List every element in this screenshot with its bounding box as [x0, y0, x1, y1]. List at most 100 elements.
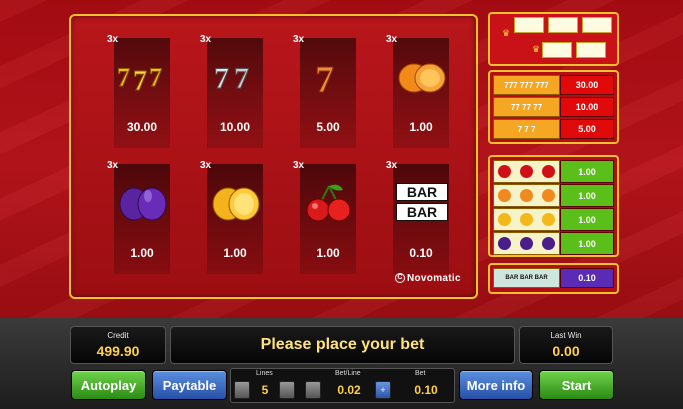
- bar-pay-panel: BAR BAR BAR 0.10: [488, 263, 619, 294]
- bet-label: Bet: [415, 370, 426, 377]
- multiplier-label: 3x: [200, 160, 212, 171]
- pay-row: 77 77 77 10.00: [493, 97, 614, 117]
- fruits-pay-panel: 1.00 1.00 1.00 1.00: [488, 155, 619, 257]
- orange-icon: [394, 52, 450, 100]
- pay-value: 30.00: [560, 75, 614, 95]
- symbol-lemon: 3x 1.00: [200, 160, 270, 280]
- message-display: Please place your bet: [170, 326, 515, 364]
- pay-row: 1.00: [493, 232, 614, 255]
- bar-icons: BAR BAR BAR: [493, 268, 560, 288]
- mini-card: [576, 42, 606, 58]
- pay-value: 5.00: [560, 119, 614, 139]
- last-win-label: Last Win: [550, 331, 582, 340]
- pay-row: 1.00: [493, 160, 614, 183]
- multiplier-label: 3x: [386, 34, 398, 45]
- pay-value: 1.00: [560, 232, 614, 255]
- last-win-display: Last Win 0.00: [519, 326, 613, 364]
- symbol-triple-seven: 3x 7 7 7 30.00: [107, 34, 177, 154]
- logo-text: Novomatic: [407, 273, 461, 284]
- last-win-value: 0.00: [552, 343, 580, 359]
- multiplier-label: 3x: [107, 160, 119, 171]
- crown-icon: ♛: [532, 44, 541, 54]
- lemon-icon: [208, 178, 264, 226]
- symbol-seven: 3x 7 5.00: [293, 34, 363, 154]
- double-seven-icon: 7 7: [208, 52, 264, 100]
- svg-text:7: 7: [133, 66, 147, 97]
- lines-plus-button[interactable]: [279, 381, 295, 399]
- triple-seven-icon: 7 7 7: [115, 52, 171, 100]
- multiplier-label: 3x: [293, 34, 305, 45]
- bar-label-bottom: BAR: [396, 203, 448, 221]
- multiplier-label: 3x: [293, 160, 305, 171]
- payout-value: 5.00: [316, 120, 340, 134]
- bar-label-top: BAR: [396, 183, 448, 201]
- mini-card: [514, 17, 544, 33]
- payout-value: 30.00: [126, 120, 158, 134]
- lines-label: Lines: [256, 370, 273, 377]
- copyright-icon: C: [395, 273, 405, 284]
- pay-value: 0.10: [560, 268, 614, 288]
- lines-value: 5: [261, 383, 269, 397]
- cherry-icon: [301, 178, 357, 226]
- bet-line-minus-button[interactable]: [305, 381, 321, 399]
- symbol-orange: 3x 1.00: [386, 34, 456, 154]
- seven-icons: 7 7 7: [493, 119, 560, 139]
- svg-text:7: 7: [234, 62, 249, 95]
- sevens-pay-panel: 777 777 777 30.00 77 77 77 10.00 7 7 7 5…: [488, 70, 619, 144]
- pay-value: 10.00: [560, 97, 614, 117]
- pay-value: 1.00: [560, 208, 614, 231]
- mini-card: [548, 17, 578, 33]
- symbol-cherry: 3x 1.00: [293, 160, 363, 280]
- pay-row: 1.00: [493, 208, 614, 231]
- more-info-button[interactable]: More info: [459, 370, 533, 400]
- multiplier-label: 3x: [107, 34, 119, 45]
- paytable-preview-panel: ♛ ♛: [488, 12, 619, 66]
- triple-seven-icons: 777 777 777: [493, 75, 560, 95]
- double-seven-icons: 77 77 77: [493, 97, 560, 117]
- novomatic-logo: C Novomatic: [395, 273, 461, 284]
- lemon-icons: [493, 208, 560, 231]
- payout-value: 1.00: [409, 120, 433, 134]
- svg-text:7: 7: [315, 59, 334, 98]
- mini-card: [542, 42, 572, 58]
- cherry-icons: [493, 160, 560, 183]
- svg-text:7: 7: [214, 62, 229, 95]
- orange-icons: [493, 184, 560, 207]
- payout-value: 1.00: [223, 246, 247, 260]
- payout-value: 10.00: [219, 120, 251, 134]
- start-button[interactable]: Start: [539, 370, 614, 400]
- svg-text:7: 7: [117, 63, 130, 92]
- seven-icon: 7: [301, 52, 357, 100]
- payout-value: 1.00: [316, 246, 340, 260]
- plum-icons: [493, 232, 560, 255]
- payout-value: 1.00: [130, 246, 154, 260]
- credit-value: 499.90: [96, 343, 140, 359]
- pay-row: 1.00: [493, 184, 614, 207]
- paytable-button[interactable]: Paytable: [152, 370, 227, 400]
- crown-icon: ♛: [502, 28, 511, 38]
- svg-text:7: 7: [149, 63, 162, 92]
- credit-label: Credit: [107, 331, 129, 340]
- symbol-bar-bar: 3x BAR BAR 0.10: [386, 160, 456, 280]
- symbol-double-seven: 3x 7 7 10.00: [200, 34, 270, 154]
- pay-row: BAR BAR BAR 0.10: [493, 268, 614, 288]
- plum-icon: [115, 178, 171, 226]
- pay-value: 1.00: [560, 184, 614, 207]
- bet-line-plus-button[interactable]: +: [375, 381, 391, 399]
- status-message: Please place your bet: [260, 336, 425, 353]
- pay-row: 777 777 777 30.00: [493, 75, 614, 95]
- payout-value: 0.10: [409, 246, 433, 260]
- lines-minus-button[interactable]: [234, 381, 250, 399]
- pay-row: 7 7 7 5.00: [493, 119, 614, 139]
- multiplier-label: 3x: [200, 34, 212, 45]
- credit-display: Credit 499.90: [70, 326, 166, 364]
- bet-line-label: Bet/Line: [335, 370, 361, 377]
- bet-value: 0.10: [414, 383, 438, 397]
- autoplay-button[interactable]: Autoplay: [71, 370, 146, 400]
- multiplier-label: 3x: [386, 160, 398, 171]
- paytable-panel: 3x 7 7 7 30.00 3x 7 7 10.00 3x 7 5.00 3x…: [69, 14, 478, 299]
- bet-line-value: 0.02: [337, 383, 361, 397]
- symbol-plum: 3x 1.00: [107, 160, 177, 280]
- pay-value: 1.00: [560, 160, 614, 183]
- bet-selector: Lines 5 Bet/Line 0.02 + Bet 0.10: [230, 368, 455, 403]
